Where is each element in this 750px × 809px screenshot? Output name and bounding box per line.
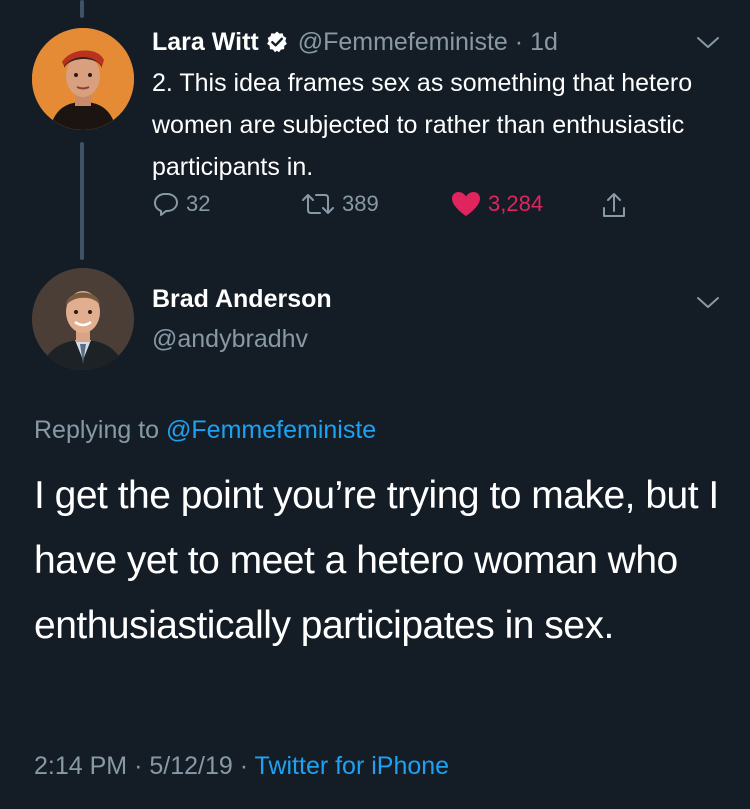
avatar-brad-image xyxy=(32,268,134,370)
thread-line-top xyxy=(80,0,84,18)
tweet-source[interactable]: Twitter for iPhone xyxy=(255,752,450,780)
tweet-text: I get the point you’re trying to make, b… xyxy=(34,474,719,647)
avatar-lara-image xyxy=(32,28,134,130)
replying-to-handle[interactable]: @Femmefeministe xyxy=(166,416,376,444)
replying-to-prefix: Replying to xyxy=(34,416,160,444)
thread-line xyxy=(80,142,84,260)
avatar-brad[interactable] xyxy=(32,268,134,370)
separator-dot: · xyxy=(239,752,249,780)
verified-icon xyxy=(265,29,289,63)
retweet-count: 389 xyxy=(342,191,379,216)
tweet-time[interactable]: 1d xyxy=(530,28,558,56)
retweet-icon xyxy=(302,194,334,214)
author-name[interactable]: Brad Anderson xyxy=(152,282,332,316)
like-button[interactable]: 3,284 xyxy=(450,190,543,218)
tweet-time[interactable]: 2:14 PM xyxy=(34,752,127,780)
tweet-date[interactable]: 5/12/19 xyxy=(149,752,232,780)
chevron-down-icon[interactable] xyxy=(696,36,720,50)
author-handle[interactable]: @Femmefeministe xyxy=(298,28,508,56)
separator-dot: · xyxy=(514,28,524,56)
reply-button[interactable]: 32 xyxy=(152,190,210,218)
share-icon xyxy=(603,193,625,217)
reply-icon xyxy=(154,193,178,216)
like-count: 3,284 xyxy=(488,191,544,216)
avatar-lara[interactable] xyxy=(32,28,134,130)
separator-dot: · xyxy=(134,752,143,780)
tweet-text: 2. This idea frames sex as something tha… xyxy=(152,69,693,181)
replying-to: Replying to @Femmefeministe xyxy=(34,412,376,448)
reply-count: 32 xyxy=(186,191,211,216)
author-handle[interactable]: @andybradhv xyxy=(152,322,308,356)
share-button[interactable] xyxy=(600,190,634,220)
retweet-button[interactable]: 389 xyxy=(300,190,379,218)
author-name[interactable]: Lara Witt xyxy=(152,28,259,56)
tweet-meta: 2:14 PM · 5/12/19 · Twitter for iPhone xyxy=(34,748,449,784)
heart-icon xyxy=(452,192,480,216)
chevron-down-icon[interactable] xyxy=(696,296,720,310)
tweet-header: Lara Witt @Femmefeministe · 1d xyxy=(152,25,558,63)
